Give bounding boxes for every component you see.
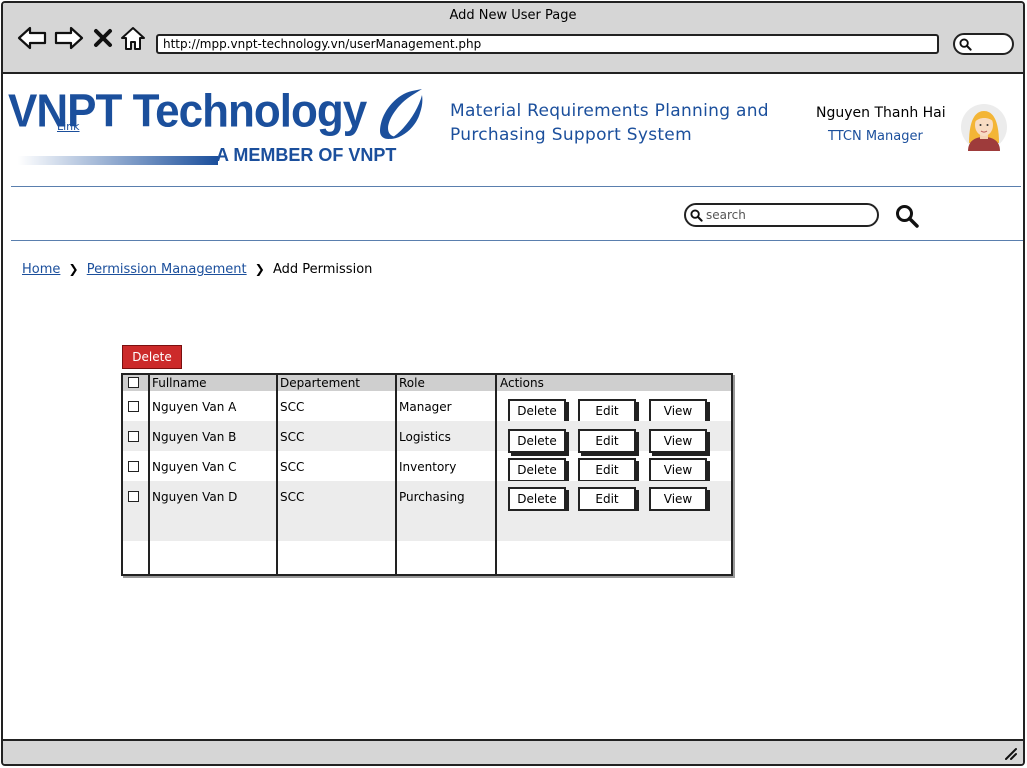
row-edit-button[interactable]: Edit (578, 429, 636, 453)
user-avatar-icon[interactable] (960, 103, 1008, 151)
breadcrumb-home[interactable]: Home (22, 262, 60, 277)
vnpt-swoosh-icon (380, 89, 423, 139)
row-checkbox[interactable] (128, 491, 139, 502)
row-view-button[interactable]: View (649, 487, 707, 511)
cell-department: SCC (280, 490, 305, 504)
app-title-line1: Material Requirements Planning and (450, 101, 769, 121)
search-input[interactable] (706, 206, 866, 224)
cell-department: SCC (280, 430, 305, 444)
back-button[interactable] (17, 24, 47, 52)
header-divider (11, 186, 1021, 187)
row-view-button[interactable]: View (649, 458, 707, 482)
x-icon (94, 29, 112, 47)
chevron-right-icon: ❯ (68, 262, 79, 276)
search-icon (690, 209, 703, 222)
arrow-right-icon (54, 26, 84, 50)
column-divider (395, 375, 397, 574)
url-bar[interactable]: http://mpp.vnpt-technology.vn/userManage… (156, 34, 939, 54)
search-field[interactable] (684, 203, 879, 227)
browser-window: Add New User Page http://mpp.vnpt-techno… (1, 1, 1025, 766)
user-role: TTCN Manager (828, 129, 923, 144)
column-divider (148, 375, 150, 574)
row-checkbox[interactable] (128, 431, 139, 442)
row-delete-button[interactable]: Delete (508, 487, 566, 511)
cell-role: Logistics (399, 430, 451, 444)
browser-toolbar: Add New User Page http://mpp.vnpt-techno… (3, 3, 1023, 74)
row-delete-button[interactable]: Delete (508, 458, 566, 482)
table-row: Nguyen Van A SCC Manager Delete Edit Vie… (123, 391, 731, 423)
column-header-role: Role (399, 376, 425, 390)
logo-link[interactable]: Link (57, 120, 80, 133)
table-row: Nguyen Van B SCC Logistics Delete Edit V… (123, 421, 731, 453)
logo-subtitle: A MEMBER OF VNPT (216, 145, 397, 165)
forward-button[interactable] (54, 24, 84, 52)
cell-department: SCC (280, 400, 305, 414)
logo-underline-bar (18, 156, 218, 165)
column-divider (495, 375, 497, 574)
cell-fullname: Nguyen Van B (152, 430, 237, 444)
browser-search-field[interactable] (953, 33, 1014, 55)
table-header: Fullname Departement Role Actions (123, 375, 731, 391)
arrow-left-icon (17, 26, 47, 50)
cell-role: Manager (399, 400, 452, 414)
table-row: Nguyen Van D SCC Purchasing Delete Edit … (123, 481, 731, 511)
column-header-department: Departement (280, 376, 360, 390)
breadcrumb-permission-management[interactable]: Permission Management (87, 262, 247, 277)
row-edit-button[interactable]: Edit (578, 487, 636, 511)
row-edit-button[interactable]: Edit (578, 458, 636, 482)
app-title-line2: Purchasing Support System (450, 125, 692, 145)
magnifier-icon (959, 38, 972, 51)
search-button[interactable] (894, 203, 920, 229)
cell-department: SCC (280, 460, 305, 474)
select-all-checkbox[interactable] (128, 377, 139, 388)
home-icon (121, 27, 145, 50)
column-divider (276, 375, 278, 574)
cell-role: Purchasing (399, 490, 465, 504)
chevron-right-icon: ❯ (254, 262, 265, 276)
cell-fullname: Nguyen Van A (152, 400, 237, 414)
home-button[interactable] (120, 24, 146, 52)
stop-button[interactable] (92, 24, 114, 52)
column-header-fullname: Fullname (152, 376, 207, 390)
app-title: Material Requirements Planning and Purch… (450, 99, 769, 147)
permission-table: Fullname Departement Role Actions Nguyen… (121, 373, 733, 576)
search-divider (11, 240, 1023, 241)
row-edit-button[interactable]: Edit (578, 399, 636, 423)
row-view-button[interactable]: View (649, 399, 707, 423)
cell-fullname: Nguyen Van C (152, 460, 237, 474)
delete-selected-button[interactable]: Delete (122, 345, 182, 369)
column-header-actions: Actions (500, 376, 544, 390)
row-delete-button[interactable]: Delete (508, 399, 566, 423)
user-name: Nguyen Thanh Hai (816, 105, 946, 121)
row-checkbox[interactable] (128, 401, 139, 412)
cell-role: Inventory (399, 460, 457, 474)
row-checkbox[interactable] (128, 461, 139, 472)
row-delete-button[interactable]: Delete (508, 429, 566, 453)
row-view-button[interactable]: View (649, 429, 707, 453)
cell-fullname: Nguyen Van D (152, 490, 238, 504)
resize-grip-icon[interactable] (1003, 746, 1017, 760)
empty-row (123, 511, 731, 541)
breadcrumb: Home ❯ Permission Management ❯ Add Permi… (22, 262, 372, 277)
status-bar (3, 739, 1023, 764)
table-row: Nguyen Van C SCC Inventory Delete Edit V… (123, 451, 731, 482)
window-title: Add New User Page (449, 8, 577, 23)
vnpt-logo: VNPT Technology A MEMBER OF VNPT Link (8, 85, 428, 170)
breadcrumb-current: Add Permission (272, 262, 373, 277)
